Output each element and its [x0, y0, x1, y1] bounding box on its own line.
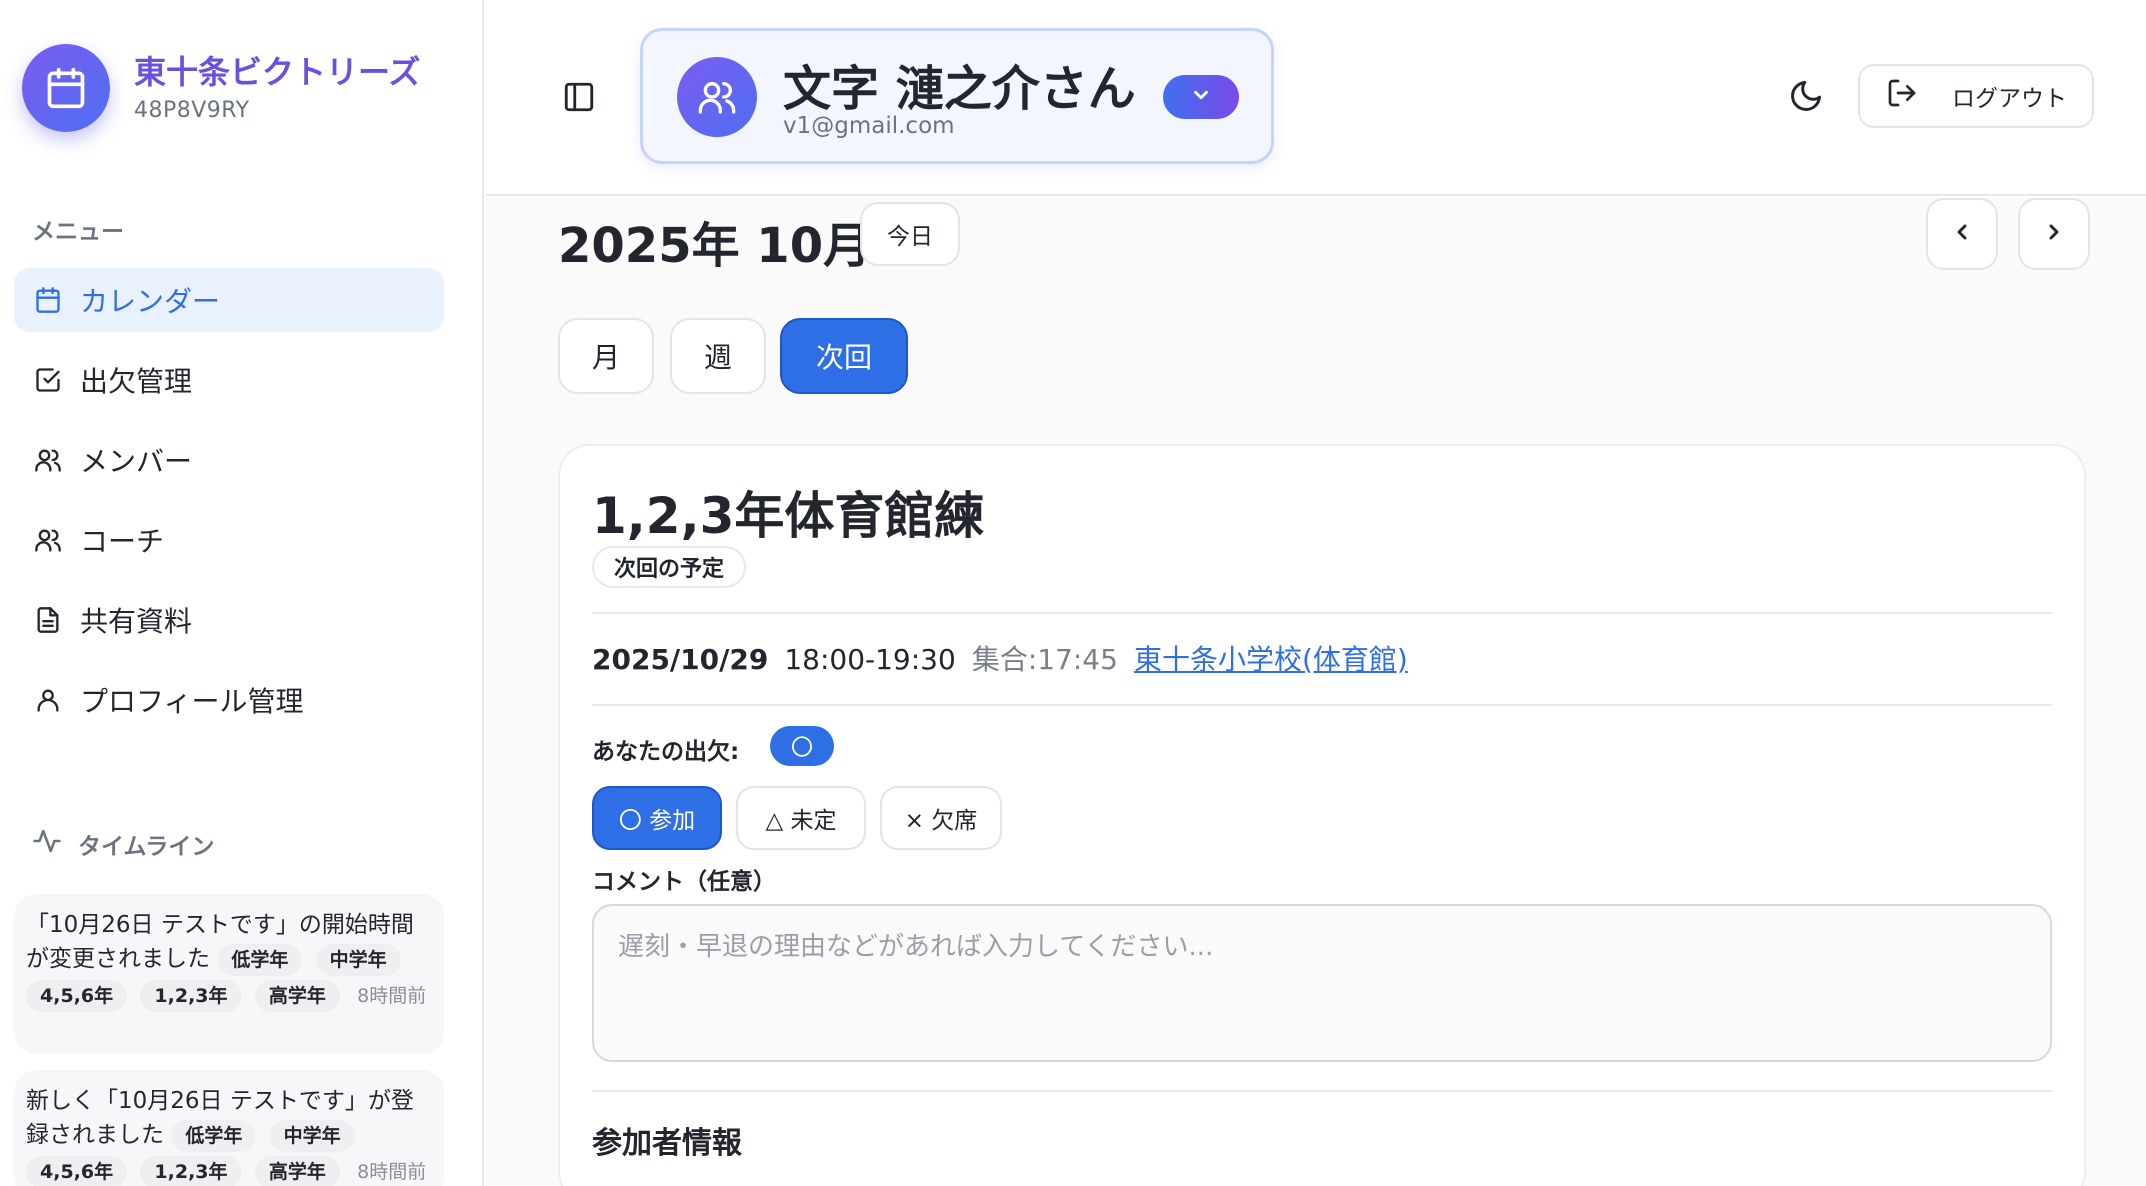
timeline-section-label: タイムライン: [32, 826, 214, 862]
sidebar: 東十条ビクトリーズ 48P8V9RY メニュー カレンダー 出欠管理 メンバー: [0, 0, 484, 1186]
tab-month[interactable]: 月: [558, 318, 654, 394]
month-title: 2025年 10月: [558, 218, 872, 274]
user-name: 文字 漣之介さん: [783, 61, 1136, 117]
sidebar-item-members[interactable]: メンバー: [14, 428, 444, 492]
users-icon: [677, 57, 757, 137]
menu-section-label: メニュー: [32, 219, 124, 245]
users-icon: [32, 524, 64, 556]
sidebar-item-label: コーチ: [80, 525, 165, 558]
today-button[interactable]: 今日: [860, 202, 960, 266]
event-info: 2025/10/29 18:00-19:30 集合:17:45 東十条小学校(体…: [592, 638, 1408, 678]
moon-icon[interactable]: [1788, 78, 1826, 116]
sidebar-item-profile[interactable]: プロフィール管理: [14, 668, 444, 732]
event-place-link[interactable]: 東十条小学校(体育館): [1134, 638, 1408, 678]
undecided-button[interactable]: △ 未定: [736, 786, 866, 850]
top-header: 文字 漣之介さん v1@gmail.com ログアウト: [486, 0, 2146, 196]
logout-label: ログアウト: [1952, 86, 2067, 112]
sidebar-item-label: メンバー: [80, 445, 193, 478]
attendance-label: あなたの出欠:: [592, 739, 740, 765]
prev-month-button[interactable]: [1926, 198, 1998, 270]
user-icon: [32, 684, 64, 716]
event-gather-time: 集合:17:45: [971, 643, 1118, 676]
timeline-time: 8時間前: [357, 1161, 427, 1183]
attend-button[interactable]: 〇 参加: [592, 786, 722, 850]
activity-icon: [32, 826, 62, 862]
grade-tag: 低学年: [217, 944, 303, 976]
calendar-icon: [22, 44, 110, 132]
sidebar-item-label: 出欠管理: [80, 365, 193, 398]
user-email: v1@gmail.com: [783, 113, 955, 139]
team-code: 48P8V9RY: [134, 97, 250, 123]
event-date: 2025/10/29: [592, 643, 769, 676]
grade-tag: 中学年: [269, 1120, 355, 1152]
grade-tag: 1,2,3年: [140, 980, 242, 1012]
absent-button[interactable]: × 欠席: [880, 786, 1002, 850]
checkbox-icon: [32, 364, 64, 396]
timeline-item[interactable]: 新しく「10月26日 テストです」が登録されました 低学年 中学年 4,5,6年…: [14, 1070, 444, 1186]
event-title: 1,2,3年体育館練: [592, 487, 985, 545]
timeline-label-text: タイムライン: [78, 834, 215, 860]
divider: [592, 704, 2052, 706]
next-event-badge: 次回の予定: [592, 546, 747, 588]
team-name: 東十条ビクトリーズ: [134, 53, 421, 92]
chevron-right-icon: [2042, 220, 2066, 248]
calendar-icon: [32, 284, 64, 316]
timeline-item[interactable]: 「10月26日 テストです」の開始時間が変更されました 低学年 中学年 4,5,…: [14, 894, 444, 1054]
grade-tag: 4,5,6年: [26, 1156, 128, 1186]
event-card: 1,2,3年体育館練 次回の予定 2025/10/29 18:00-19:30 …: [558, 444, 2086, 1186]
grade-tag: 1,2,3年: [140, 1156, 242, 1186]
logout-button[interactable]: ログアウト: [1858, 64, 2094, 128]
tab-next[interactable]: 次回: [780, 318, 908, 394]
sidebar-item-label: カレンダー: [80, 285, 221, 318]
sidebar-item-shared-docs[interactable]: 共有資料: [14, 588, 444, 652]
document-icon: [32, 604, 64, 636]
grade-tag: 4,5,6年: [26, 980, 128, 1012]
comment-input[interactable]: [592, 904, 2052, 1062]
sidebar-toggle-icon[interactable]: [562, 80, 596, 114]
comment-label: コメント（任意）: [592, 869, 776, 895]
participants-heading: 参加者情報: [592, 1126, 742, 1161]
next-month-button[interactable]: [2018, 198, 2090, 270]
divider: [592, 1090, 2052, 1092]
timeline-time: 8時間前: [357, 985, 427, 1007]
sidebar-item-calendar[interactable]: カレンダー: [14, 268, 444, 332]
grade-tag: 高学年: [254, 1156, 340, 1186]
tab-week[interactable]: 週: [670, 318, 766, 394]
user-dropdown-button[interactable]: [1163, 75, 1239, 119]
user-switcher[interactable]: 文字 漣之介さん v1@gmail.com: [640, 28, 1274, 164]
sidebar-item-label: プロフィール管理: [80, 685, 304, 718]
chevron-down-icon: [1190, 84, 1212, 110]
brand[interactable]: 東十条ビクトリーズ 48P8V9RY: [22, 44, 420, 132]
grade-tag: 高学年: [254, 980, 340, 1012]
main-content: 2025年 10月 今日 月 週 次回 1,2,3年体育館練 次回の予定 202…: [486, 198, 2146, 1186]
grade-tag: 中学年: [315, 944, 401, 976]
attendance-status-badge: 〇: [770, 726, 834, 766]
logout-icon: [1886, 77, 1918, 115]
sidebar-item-attendance[interactable]: 出欠管理: [14, 348, 444, 412]
users-icon: [32, 444, 64, 476]
grade-tag: 低学年: [171, 1120, 257, 1152]
sidebar-nav: カレンダー 出欠管理 メンバー コーチ 共有資料 プロフィール管理: [14, 268, 444, 748]
sidebar-item-coaches[interactable]: コーチ: [14, 508, 444, 572]
event-time: 18:00-19:30: [784, 643, 956, 676]
sidebar-item-label: 共有資料: [80, 605, 193, 638]
chevron-left-icon: [1950, 220, 1974, 248]
divider: [592, 612, 2052, 614]
